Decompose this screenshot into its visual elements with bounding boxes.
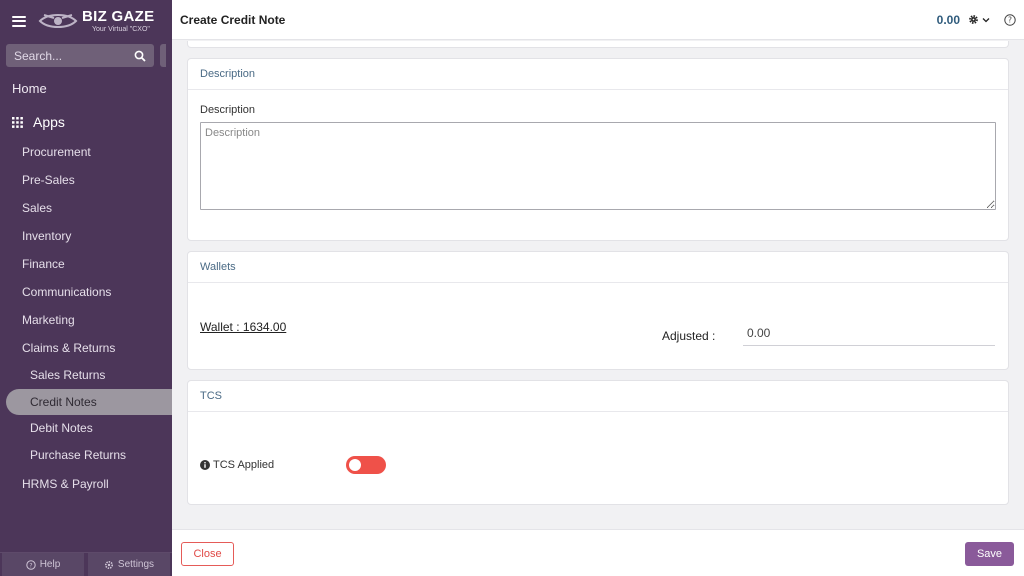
search-input[interactable] — [14, 48, 134, 63]
sidebar-subitem-sales-returns[interactable]: Sales Returns — [0, 362, 172, 389]
search-toggle[interactable] — [160, 44, 166, 67]
search-box[interactable] — [6, 44, 154, 67]
form-footer: Close Save — [172, 529, 1024, 576]
sidebar-item-claims-returns[interactable]: Claims & Returns — [0, 334, 172, 362]
settings-label: Settings — [117, 559, 155, 570]
sidebar-item-finance[interactable]: Finance — [0, 250, 172, 278]
logo-eye-icon — [38, 14, 78, 28]
chevron-down-icon[interactable] — [982, 16, 990, 24]
close-button[interactable]: Close — [181, 542, 234, 566]
form-content: Description Description Wallets Wallet :… — [187, 41, 1009, 505]
search-icon[interactable] — [134, 50, 146, 62]
info-icon — [200, 460, 210, 470]
app-logo[interactable]: BIZ GAZE Your Virtual "CXO" — [38, 9, 154, 33]
svg-text:?: ? — [29, 562, 32, 569]
adjusted-input[interactable] — [743, 320, 995, 346]
sidebar-item-procurement[interactable]: Procurement — [0, 138, 172, 166]
logo-name: BIZ GAZE — [82, 8, 155, 25]
tcs-applied-label: TCS Applied — [200, 459, 274, 471]
wallets-card: Wallets Wallet : 1634.00 Adjusted : — [187, 251, 1009, 370]
tcs-card-heading: TCS — [188, 381, 1008, 412]
sidebar-item-pre-sales[interactable]: Pre-Sales — [0, 166, 172, 194]
help-button[interactable]: ? Help — [2, 553, 84, 576]
tcs-applied-text: TCS Applied — [213, 459, 275, 471]
sidebar-subitem-debit-notes[interactable]: Debit Notes — [0, 415, 172, 442]
sidebar-bottom-bar: ? Help Settings — [0, 552, 172, 576]
apps-grid-icon — [12, 116, 23, 128]
sidebar: BIZ GAZE Your Virtual "CXO" Home Apps Pr… — [0, 0, 172, 576]
svg-text:?: ? — [1008, 15, 1012, 24]
sidebar-subitem-credit-notes[interactable]: Credit Notes — [6, 388, 172, 415]
settings-button[interactable]: Settings — [88, 553, 170, 576]
save-button[interactable]: Save — [965, 542, 1014, 566]
sidebar-item-sales[interactable]: Sales — [0, 194, 172, 222]
tcs-card: TCS TCS Applied — [187, 380, 1009, 505]
page-title: Create Credit Note — [180, 12, 286, 27]
header-amount: 0.00 — [936, 12, 960, 27]
previous-card-bottom — [187, 41, 1009, 48]
nav-home[interactable]: Home — [0, 69, 172, 108]
nav-apps-label: Apps — [33, 114, 65, 130]
toggle-knob — [349, 459, 361, 471]
wallets-card-heading: Wallets — [188, 252, 1008, 283]
main-panel: Create Credit Note 0.00 ? Description De… — [172, 0, 1024, 576]
description-card: Description Description — [187, 58, 1009, 241]
sidebar-item-hrms-payroll[interactable]: HRMS & Payroll — [0, 470, 172, 498]
help-icon[interactable]: ? — [1004, 13, 1016, 26]
help-label: Help — [39, 559, 61, 570]
wallet-balance-link[interactable]: Wallet : 1634.00 — [200, 320, 286, 334]
logo-tagline: Your Virtual "CXO" — [92, 26, 150, 33]
sidebar-top: BIZ GAZE Your Virtual "CXO" — [0, 0, 172, 42]
sidebar-item-inventory[interactable]: Inventory — [0, 222, 172, 250]
settings-gear-icon — [104, 560, 113, 569]
tcs-applied-toggle[interactable] — [346, 456, 386, 474]
search-row — [0, 42, 172, 69]
description-card-heading: Description — [188, 59, 1008, 90]
page-header: Create Credit Note 0.00 ? — [172, 0, 1024, 40]
description-textarea[interactable] — [200, 122, 996, 210]
adjusted-label: Adjusted : — [662, 329, 716, 343]
sidebar-item-communications[interactable]: Communications — [0, 278, 172, 306]
description-field-label: Description — [200, 104, 256, 116]
help-circle-icon: ? — [26, 559, 36, 570]
sidebar-subitem-purchase-returns[interactable]: Purchase Returns — [0, 442, 172, 469]
nav-apps[interactable]: Apps — [0, 108, 172, 138]
gear-icon[interactable] — [968, 14, 979, 25]
sidebar-item-marketing[interactable]: Marketing — [0, 306, 172, 334]
hamburger-menu-icon[interactable] — [12, 15, 26, 27]
